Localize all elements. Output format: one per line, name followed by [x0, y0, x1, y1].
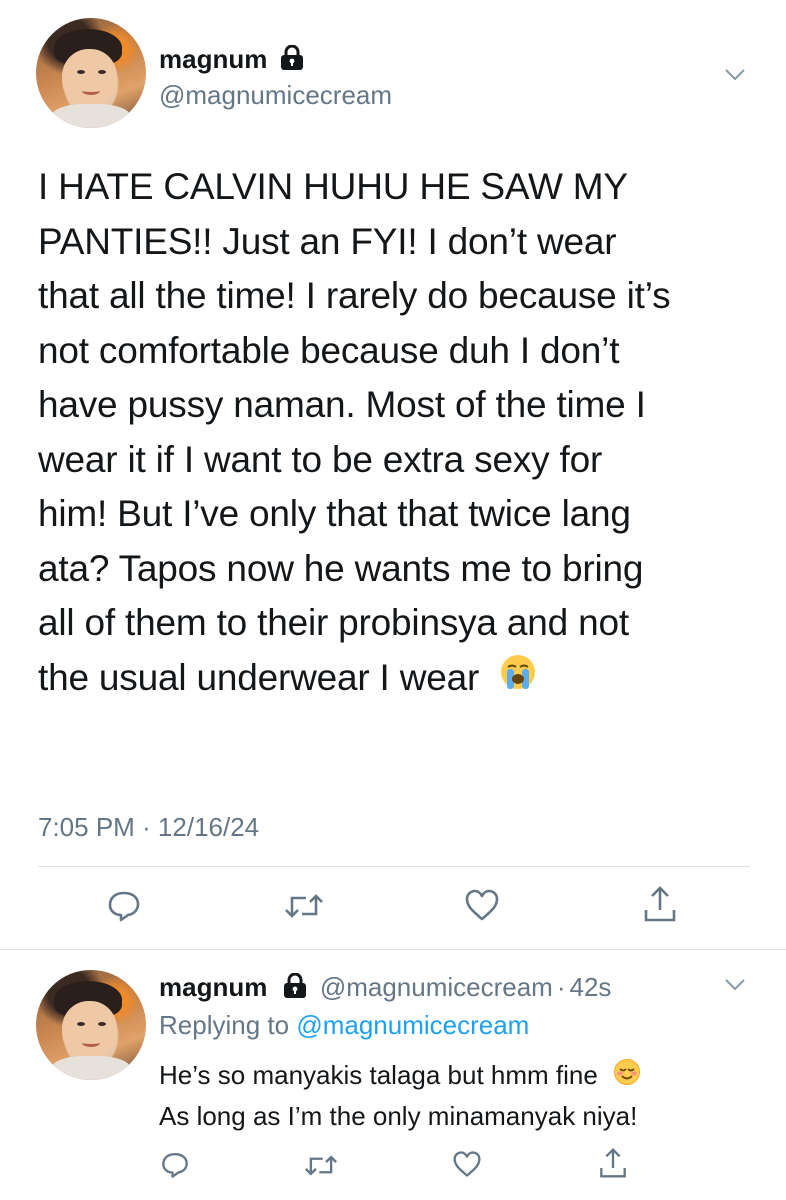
tweet-text-line: him! But I’ve only that that twice lang — [38, 493, 631, 534]
share-icon[interactable] — [642, 884, 678, 924]
lock-icon — [283, 972, 307, 1006]
reply-avatar[interactable] — [36, 970, 146, 1080]
tweet-text-line: all of them to their probinsya and not — [38, 602, 629, 643]
reply-user-handle[interactable]: @magnumicecream — [320, 972, 553, 1002]
tweet-text-line: the usual underwear I wear — [38, 656, 480, 698]
reply-time-ago[interactable]: 42s — [570, 972, 612, 1002]
reply-icon[interactable] — [106, 888, 142, 924]
share-icon[interactable] — [598, 1146, 628, 1180]
retweet-icon[interactable] — [284, 890, 324, 922]
tweet-text-line: ata? Tapos now he wants me to bring — [38, 547, 644, 589]
reply-display-name[interactable]: magnum — [159, 972, 267, 1002]
tweet-text: I HATE CALVIN HUHU HE SAW MY PANTIES!! J… — [38, 160, 778, 707]
divider — [38, 866, 750, 867]
main-avatar[interactable] — [36, 18, 146, 128]
tweet-text-line: I HATE CALVIN HUHU HE SAW MY — [38, 166, 628, 207]
meta-separator: · — [556, 972, 566, 1002]
tweet-text-line: have pussy naman. Most of the time I — [38, 384, 646, 425]
reply-text-line: He’s so manyakis talaga but hmm fine — [159, 1060, 598, 1090]
tweet-text-line: not comfortable because duh I don’t — [38, 329, 620, 371]
replying-to-label: Replying to — [159, 1010, 290, 1040]
smiling-face-icon — [613, 1058, 641, 1097]
reply-icon[interactable] — [160, 1150, 190, 1180]
like-icon[interactable] — [452, 1150, 482, 1178]
reply-text-line: As long as I’m the only minamanyak niya! — [159, 1100, 638, 1131]
retweet-icon[interactable] — [304, 1152, 338, 1179]
loudly-crying-face-icon — [499, 652, 537, 707]
tweet-text-line: PANTIES!! Just an FYI! I don’t wear — [38, 220, 617, 262]
like-icon[interactable] — [464, 888, 500, 922]
reply-text: He’s so manyakis talaga but hmm fine As … — [159, 1056, 759, 1136]
chevron-down-icon[interactable] — [724, 978, 746, 997]
replying-to-link[interactable]: @magnumicecream — [296, 1010, 529, 1040]
tweet-text-line: that all the time! I rarely do because i… — [38, 275, 671, 316]
user-handle[interactable]: @magnumicecream — [159, 80, 392, 111]
display-name[interactable]: magnum — [159, 44, 267, 74]
tweet-timestamp[interactable]: 7:05 PM · 12/16/24 — [38, 812, 259, 843]
tweet-text-line: wear it if I want to be extra sexy for — [38, 438, 603, 480]
divider — [0, 949, 786, 950]
chevron-down-icon[interactable] — [724, 68, 746, 87]
lock-icon — [280, 44, 304, 76]
